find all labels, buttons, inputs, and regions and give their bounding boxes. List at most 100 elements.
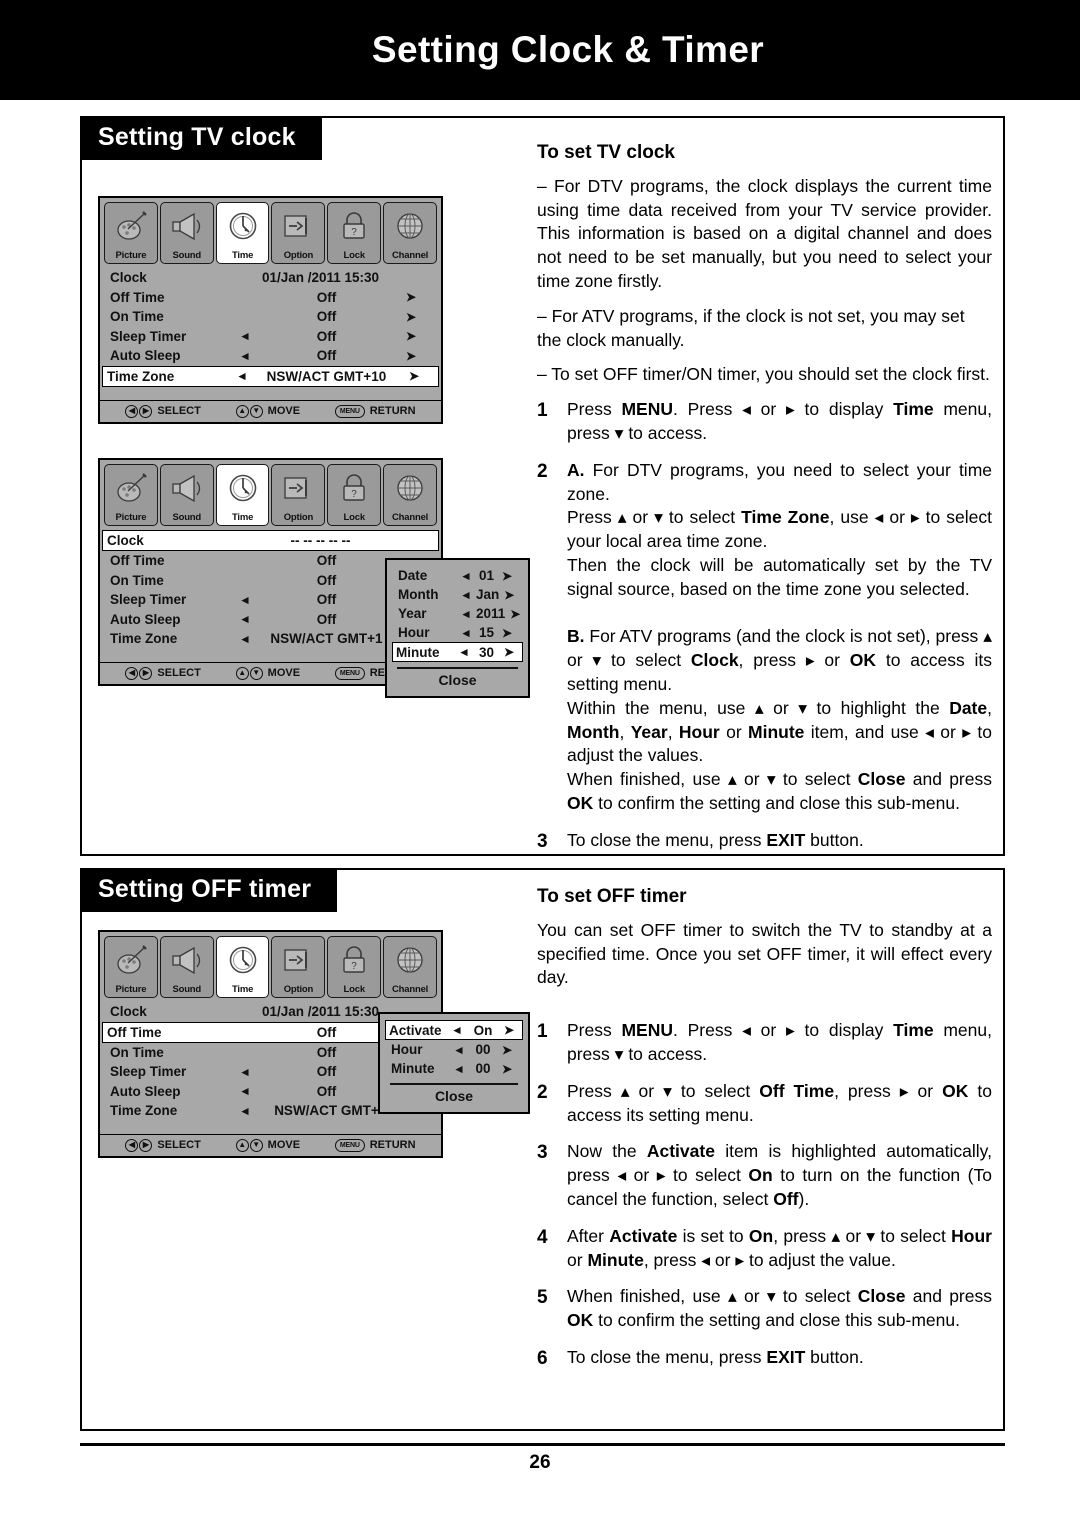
osd-tab-picture[interactable]: Picture (104, 464, 158, 526)
osd-hint-select-label: SELECT (157, 405, 201, 417)
osd-tab-sound[interactable]: Sound (159, 202, 214, 264)
osd-tab-sound[interactable]: Sound (159, 936, 214, 998)
step-frag: and press (905, 769, 992, 790)
osd-row-left-arrow[interactable]: ◄ (228, 1065, 262, 1079)
osd-row-right-arrow[interactable]: ➤ (391, 290, 431, 304)
step-frag: or (710, 1249, 736, 1270)
step-frag: to access. (623, 1044, 708, 1065)
popup-row-month[interactable]: Month ◄ Jan ➤ (395, 585, 520, 604)
off-timer-step-1: 1 Press MENU. Press ◂ or ▸ to display Ti… (537, 1019, 992, 1067)
right-arrow-glyph: ▸ (805, 650, 815, 671)
osd-tab-time[interactable]: Time (215, 936, 270, 998)
popup-left-arrow[interactable]: ◄ (447, 1023, 467, 1037)
popup-left-arrow[interactable]: ◄ (456, 607, 476, 621)
osd-tab-channel[interactable]: Channel (383, 202, 437, 264)
popup-row-hour[interactable]: Hour ◄ 15 ➤ (395, 623, 520, 642)
popup-right-arrow[interactable]: ➤ (499, 588, 519, 602)
osd-tab-lock[interactable]: ? Lock (327, 936, 382, 998)
osd-tab-lock[interactable]: ? Lock (327, 464, 382, 526)
osd-row-off-time[interactable]: Off Time Off ➤ (106, 288, 435, 308)
popup-row-hour[interactable]: Hour ◄ 00 ➤ (388, 1040, 520, 1059)
osd-row-label: On Time (110, 1044, 164, 1060)
osd-tab-time[interactable]: Time (215, 464, 270, 526)
osd-tab-time[interactable]: Time (215, 202, 270, 264)
osd-row-right-arrow[interactable]: ➤ (391, 310, 431, 324)
down-arrow-glyph: ▾ (592, 650, 602, 671)
svg-text:?: ? (351, 227, 357, 238)
osd-row-auto-sleep[interactable]: Auto Sleep ◄ Off ➤ (106, 346, 435, 366)
popup-row-date[interactable]: Date ◄ 01 ➤ (395, 566, 520, 585)
popup-left-arrow[interactable]: ◄ (449, 1062, 469, 1076)
label-b: B. (567, 626, 585, 647)
key-year: Year (630, 721, 668, 742)
osd-row-left-arrow[interactable]: ◄ (228, 1084, 262, 1098)
up-arrow-glyph: ▴ (754, 697, 764, 718)
step-number: 6 (537, 1347, 548, 1369)
popup-row-minute[interactable]: Minute ◄ 30 ➤ (392, 642, 523, 662)
popup-row-minute[interactable]: Minute ◄ 00 ➤ (388, 1059, 520, 1078)
osd-tab-option[interactable]: Option (271, 464, 326, 526)
popup-right-arrow[interactable]: ➤ (497, 569, 517, 583)
osd-tab-lock[interactable]: ? Lock (327, 202, 382, 264)
step-frag: to select (671, 1080, 760, 1101)
popup-close-button[interactable]: Close (388, 1088, 520, 1104)
popup-right-arrow[interactable]: ➤ (497, 1062, 517, 1076)
popup-row-label: Activate (389, 1022, 442, 1038)
osd-row-left-arrow[interactable]: ◄ (228, 632, 262, 646)
osd-row-value: Off (316, 592, 337, 608)
osd-tab-label-lock: Lock (343, 984, 366, 995)
key-date: Date (949, 697, 988, 718)
popup-left-arrow[interactable]: ◄ (456, 588, 476, 602)
popup-right-arrow[interactable]: ➤ (499, 645, 519, 659)
step-frag: , use (829, 507, 875, 528)
osd-tab-option[interactable]: Option (271, 936, 326, 998)
popup-row-activate[interactable]: Activate ◄ On ➤ (385, 1020, 523, 1040)
osd-tab-channel[interactable]: Channel (383, 936, 437, 998)
popup-right-arrow[interactable]: ➤ (497, 1043, 517, 1057)
osd-row-value: Off (316, 348, 337, 364)
right-arrow-glyph: ▸ (962, 721, 971, 742)
step-number: 3 (537, 1142, 548, 1164)
option-icon (278, 941, 318, 979)
osd-row-right-arrow[interactable]: ➤ (391, 349, 431, 363)
osd-tab-sound[interactable]: Sound (159, 464, 214, 526)
step-text: A. For DTV programs, you need to select … (567, 459, 992, 816)
left-arrow-glyph: ◂ (701, 1249, 711, 1270)
popup-right-arrow[interactable]: ➤ (497, 626, 517, 640)
popup-left-arrow[interactable]: ◄ (456, 569, 476, 583)
tv-clock-bullet-2: – For ATV programs, if the clock is not … (537, 305, 965, 350)
osd-tab-option[interactable]: Option (271, 202, 326, 264)
popup-right-arrow[interactable]: ➤ (505, 607, 525, 621)
step-frag: When finished, use (567, 769, 728, 790)
key-minute: Minute (587, 1249, 644, 1270)
osd-row-left-arrow[interactable]: ◄ (228, 349, 262, 363)
osd-row-left-arrow[interactable]: ◄ (228, 329, 262, 343)
osd-tab-picture[interactable]: Picture (104, 202, 158, 264)
osd-row-time-zone[interactable]: Time Zone ◄ NSW/ACT GMT+10 ➤ (102, 365, 439, 387)
osd-row-left-arrow[interactable]: ◄ (225, 369, 259, 383)
popup-row-year[interactable]: Year ◄ 2011 ➤ (395, 604, 520, 623)
step-frag: to access. (623, 423, 708, 443)
osd-row-on-time[interactable]: On Time Off ➤ (106, 307, 435, 327)
popup-close-button[interactable]: Close (395, 672, 520, 688)
osd-tab-picture[interactable]: Picture (104, 936, 158, 998)
osd-row-left-arrow[interactable]: ◄ (228, 612, 262, 626)
off-timer-step-4: 4 After Activate is set to On, press ▴ o… (537, 1225, 992, 1273)
osd-row-right-arrow[interactable]: ➤ (394, 369, 434, 383)
menu-key-icon: MENU (334, 666, 365, 680)
osd-row-left-arrow[interactable]: ◄ (228, 593, 262, 607)
osd-tab-channel[interactable]: Channel (383, 464, 437, 526)
popup-left-arrow[interactable]: ◄ (454, 645, 474, 659)
popup-left-arrow[interactable]: ◄ (449, 1043, 469, 1057)
osd-tab-label-sound: Sound (172, 984, 202, 995)
osd-row-right-arrow[interactable]: ➤ (391, 329, 431, 343)
popup-left-arrow[interactable]: ◄ (456, 626, 476, 640)
osd-row-clock[interactable]: Clock -- -- -- -- -- (102, 530, 439, 551)
osd-row-clock[interactable]: Clock 01/Jan /2011 15:30 (106, 268, 435, 288)
left-right-key-icon: ◀ ▶ (125, 666, 153, 680)
down-arrow-glyph: ▾ (766, 769, 776, 790)
left-right-key-icon: ◀ ▶ (125, 1138, 153, 1152)
osd-row-sleep-timer[interactable]: Sleep Timer ◄ Off ➤ (106, 327, 435, 347)
popup-right-arrow[interactable]: ➤ (499, 1023, 519, 1037)
osd-row-left-arrow[interactable]: ◄ (228, 1104, 262, 1118)
